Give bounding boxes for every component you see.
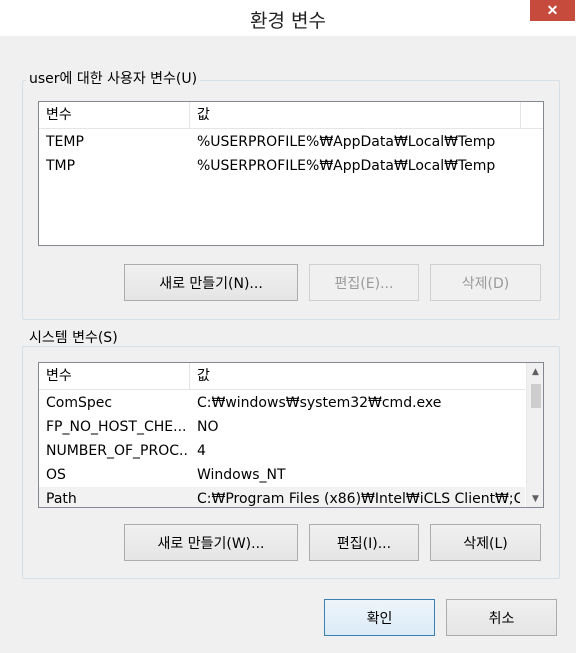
title-bar: 환경 변수 ✕ [0, 0, 576, 36]
list-header: 변수 값 [39, 363, 525, 390]
table-row[interactable]: OS Windows_NT [39, 463, 525, 487]
variable-name: Path [46, 491, 77, 507]
table-row[interactable]: FP_NO_HOST_CHE... NO [39, 415, 525, 439]
user-variables-group-label: user에 대한 사용자 변수(U) [26, 71, 201, 87]
variable-value: C:₩windows₩system32₩cmd.exe [197, 395, 442, 411]
system-delete-button[interactable]: 삭제(L) [430, 524, 541, 561]
system-edit-button[interactable]: 편집(I)... [309, 524, 419, 561]
system-variables-list[interactable]: 변수 값 ComSpec C:₩windows₩system32₩cmd.exe… [38, 362, 544, 508]
variable-value: NO [197, 419, 219, 435]
ok-button[interactable]: 확인 [324, 599, 435, 636]
table-row[interactable]: TMP %USERPROFILE%₩AppData₩Local₩Temp [39, 154, 543, 178]
window-title: 환경 변수 [250, 10, 326, 32]
user-edit-button[interactable]: 편집(E)... [309, 264, 419, 301]
vertical-scrollbar[interactable]: ▲ ▼ [526, 363, 543, 507]
table-row[interactable]: ComSpec C:₩windows₩system32₩cmd.exe [39, 391, 525, 415]
variable-name: OS [46, 467, 66, 483]
variable-value: %USERPROFILE%₩AppData₩Local₩Temp [197, 158, 496, 174]
variable-name: TEMP [46, 134, 84, 150]
user-variables-list[interactable]: 변수 값 TEMP %USERPROFILE%₩AppData₩Local₩Te… [38, 101, 544, 246]
scroll-up-arrow-icon[interactable]: ▲ [527, 363, 543, 380]
table-row[interactable]: Path C:₩Program Files (x86)₩Intel₩iCLS C… [39, 487, 525, 507]
variable-name: ComSpec [46, 395, 113, 411]
cancel-button[interactable]: 취소 [446, 599, 557, 636]
column-header-value[interactable]: 값 [190, 102, 520, 128]
system-variables-group-label: 시스템 변수(S) [26, 330, 121, 346]
variable-value: Windows_NT [197, 467, 286, 483]
system-new-button[interactable]: 새로 만들기(W)... [124, 524, 298, 561]
column-separator[interactable] [520, 102, 521, 128]
close-icon: ✕ [546, 2, 559, 18]
column-header-value[interactable]: 값 [190, 363, 520, 389]
environment-variables-dialog: 환경 변수 ✕ user에 대한 사용자 변수(U) 변수 값 TEMP %US… [0, 0, 576, 653]
variable-name: TMP [46, 158, 76, 174]
variable-value: C:₩Program Files (x86)₩Intel₩iCLS Client… [197, 491, 520, 507]
table-row[interactable]: TEMP %USERPROFILE%₩AppData₩Local₩Temp [39, 130, 543, 154]
scroll-down-arrow-icon[interactable]: ▼ [527, 490, 543, 507]
dialog-body: user에 대한 사용자 변수(U) 변수 값 TEMP %USERPROFIL… [6, 36, 570, 648]
variable-value: 4 [197, 443, 206, 459]
variable-name: FP_NO_HOST_CHE... [46, 419, 187, 435]
table-row[interactable]: NUMBER_OF_PROC... 4 [39, 439, 525, 463]
scrollbar-thumb[interactable] [531, 384, 541, 408]
list-header: 변수 값 [39, 102, 543, 129]
column-header-variable[interactable]: 변수 [39, 102, 189, 128]
column-header-variable[interactable]: 변수 [39, 363, 189, 389]
user-new-button[interactable]: 새로 만들기(N)... [124, 264, 298, 301]
close-button[interactable]: ✕ [530, 0, 575, 21]
variable-value: %USERPROFILE%₩AppData₩Local₩Temp [197, 134, 496, 150]
variable-name: NUMBER_OF_PROC... [46, 443, 189, 459]
user-delete-button[interactable]: 삭제(D) [430, 264, 541, 301]
